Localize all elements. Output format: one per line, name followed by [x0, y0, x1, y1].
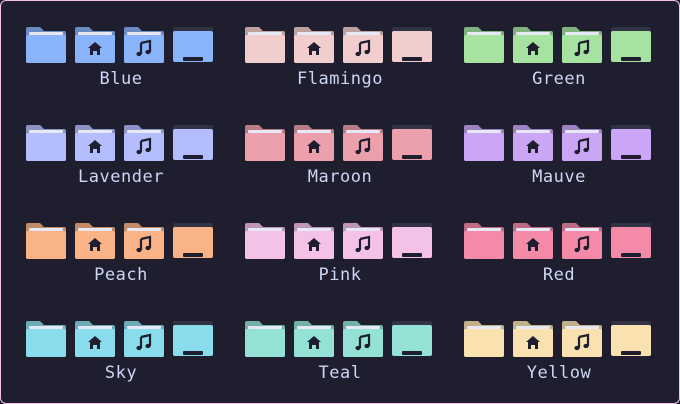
folder-icon-row [26, 27, 216, 67]
plain-folder-icon [464, 223, 504, 259]
folder-group-sky: Sky [26, 321, 216, 401]
folder-icon-row [26, 125, 216, 165]
folder-group-blue: Blue [26, 27, 216, 107]
music-folder-icon [343, 125, 383, 161]
color-name-label: Mauve [532, 167, 586, 187]
desktop-folder-icon [611, 223, 651, 259]
home-folder-icon [75, 27, 115, 63]
folder-icon-row [26, 321, 216, 361]
folder-group-yellow: Yellow [464, 321, 654, 401]
color-name-label: Blue [99, 69, 143, 89]
home-folder-icon [294, 27, 334, 63]
color-name-label: Teal [318, 363, 362, 383]
music-folder-icon [124, 27, 164, 63]
desktop-folder-icon [392, 223, 432, 259]
plain-folder-icon [245, 223, 285, 259]
plain-folder-icon [26, 321, 66, 357]
folder-group-flamingo: Flamingo [245, 27, 435, 107]
plain-folder-icon [464, 27, 504, 63]
plain-folder-icon [245, 27, 285, 63]
home-folder-icon [513, 223, 553, 259]
folder-icon-row [245, 125, 435, 165]
music-folder-icon [343, 27, 383, 63]
folder-group-green: Green [464, 27, 654, 107]
music-folder-icon [124, 223, 164, 259]
plain-folder-icon [26, 27, 66, 63]
music-folder-icon [562, 125, 602, 161]
folder-group-maroon: Maroon [245, 125, 435, 205]
folder-group-pink: Pink [245, 223, 435, 303]
color-name-label: Green [532, 69, 586, 89]
home-folder-icon [294, 223, 334, 259]
music-folder-icon [124, 321, 164, 357]
home-folder-icon [513, 321, 553, 357]
folder-group-mauve: Mauve [464, 125, 654, 205]
folder-icon-row [26, 223, 216, 263]
home-folder-icon [513, 27, 553, 63]
music-folder-icon [562, 321, 602, 357]
home-folder-icon [294, 321, 334, 357]
folder-icon-row [245, 27, 435, 67]
desktop-folder-icon [173, 125, 213, 161]
desktop-folder-icon [392, 27, 432, 63]
plain-folder-icon [26, 223, 66, 259]
color-name-label: Sky [104, 363, 138, 383]
folder-color-grid: Blue Flamingo Green Lavender Maroon Mauve Peac… [0, 0, 680, 404]
folder-group-lavender: Lavender [26, 125, 216, 205]
color-name-label: Pink [318, 265, 362, 285]
folder-group-teal: Teal [245, 321, 435, 401]
desktop-folder-icon [173, 27, 213, 63]
plain-folder-icon [464, 125, 504, 161]
folder-group-red: Red [464, 223, 654, 303]
plain-folder-icon [26, 125, 66, 161]
desktop-folder-icon [173, 321, 213, 357]
home-folder-icon [75, 125, 115, 161]
home-folder-icon [294, 125, 334, 161]
plain-folder-icon [464, 321, 504, 357]
color-name-label: Red [542, 265, 576, 285]
desktop-folder-icon [611, 125, 651, 161]
folder-icon-row [245, 223, 435, 263]
color-name-label: Flamingo [297, 69, 383, 89]
folder-icon-row [245, 321, 435, 361]
plain-folder-icon [245, 321, 285, 357]
color-name-label: Peach [94, 265, 148, 285]
desktop-folder-icon [392, 125, 432, 161]
color-name-label: Lavender [78, 167, 164, 187]
home-folder-icon [75, 223, 115, 259]
home-folder-icon [75, 321, 115, 357]
music-folder-icon [562, 27, 602, 63]
desktop-folder-icon [611, 321, 651, 357]
desktop-folder-icon [173, 223, 213, 259]
desktop-folder-icon [611, 27, 651, 63]
music-folder-icon [124, 125, 164, 161]
folder-icon-row [464, 27, 654, 67]
home-folder-icon [513, 125, 553, 161]
color-name-label: Yellow [526, 363, 592, 383]
folder-icon-row [464, 125, 654, 165]
folder-group-peach: Peach [26, 223, 216, 303]
plain-folder-icon [245, 125, 285, 161]
music-folder-icon [343, 321, 383, 357]
folder-icon-row [464, 321, 654, 361]
color-name-label: Maroon [307, 167, 373, 187]
music-folder-icon [343, 223, 383, 259]
folder-icon-row [464, 223, 654, 263]
desktop-folder-icon [392, 321, 432, 357]
music-folder-icon [562, 223, 602, 259]
